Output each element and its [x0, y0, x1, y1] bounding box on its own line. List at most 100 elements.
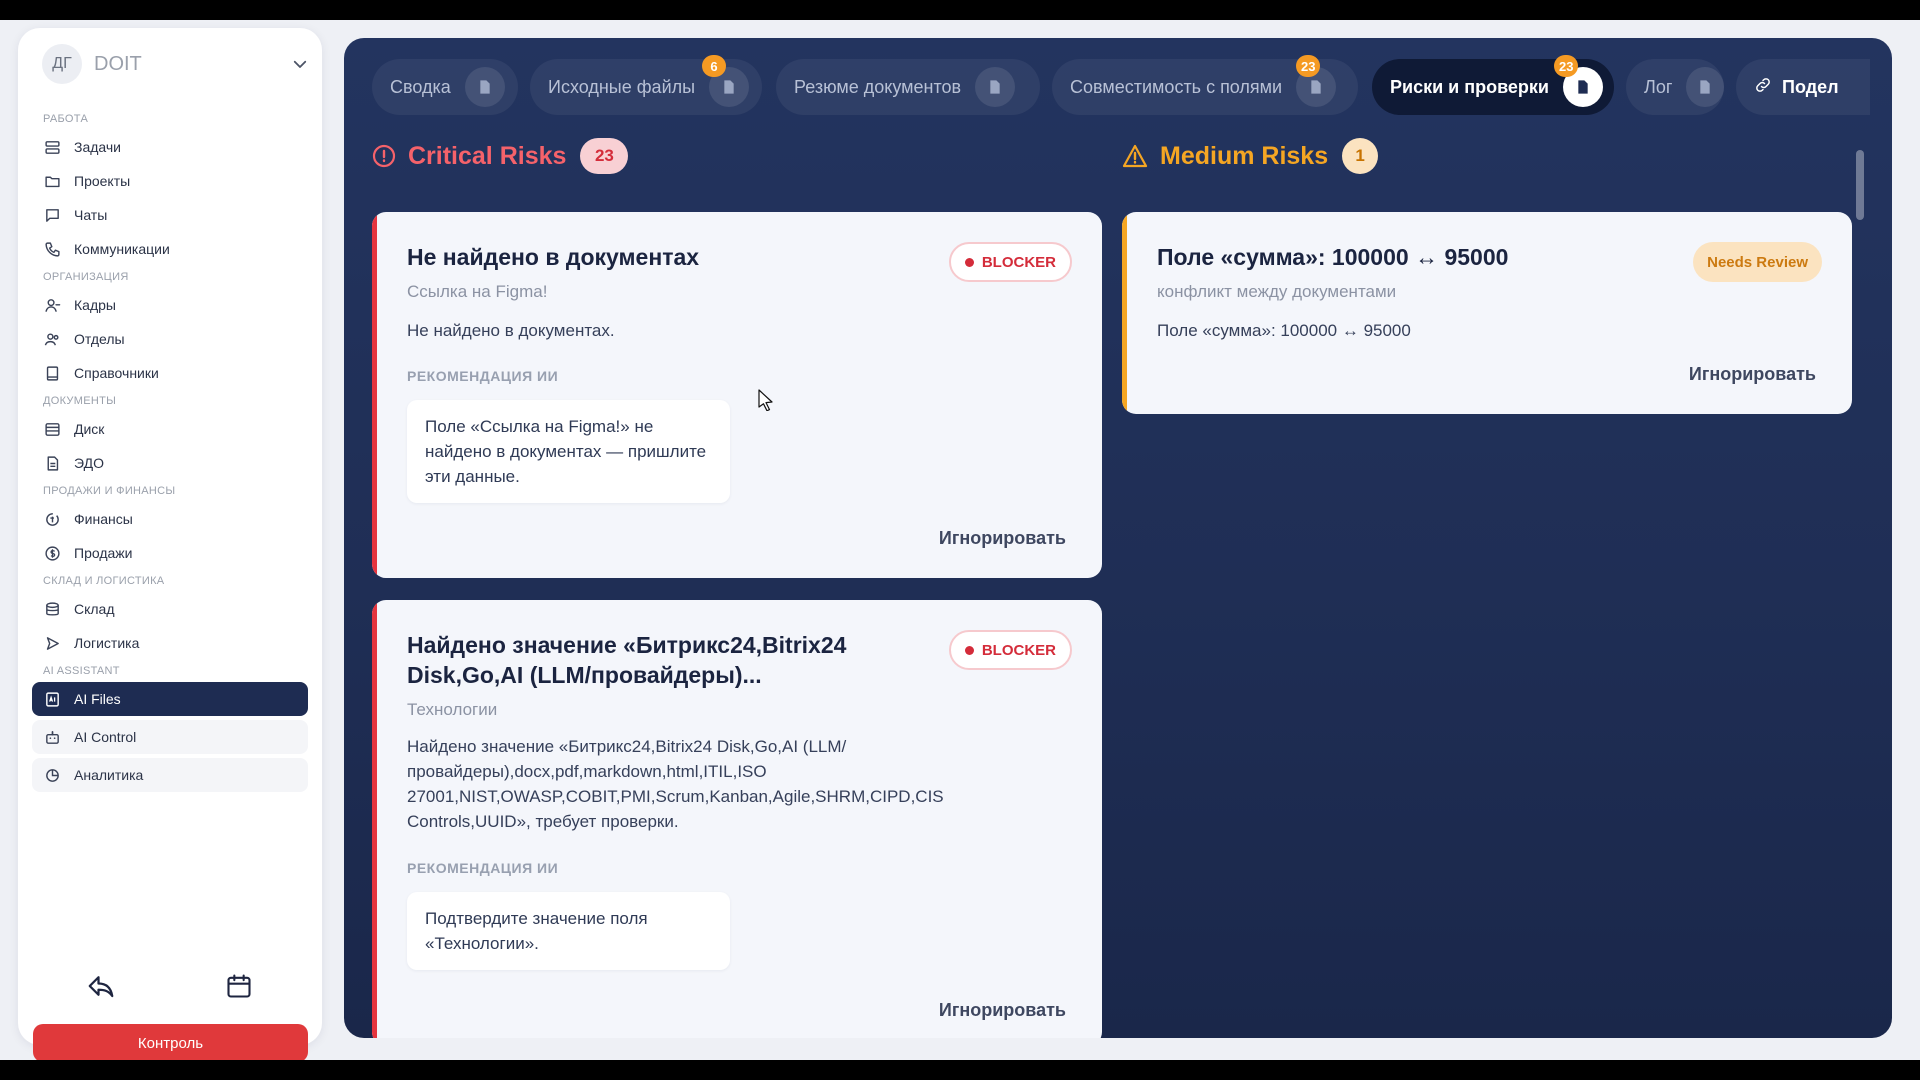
workspace-name: DOIT — [94, 52, 142, 75]
sidebar-item-label: AI Control — [74, 729, 137, 745]
blocker-label: BLOCKER — [981, 253, 1056, 271]
workspace-avatar: ДГ — [42, 44, 82, 84]
tasks-icon — [43, 138, 61, 156]
finance-icon — [43, 510, 61, 528]
document-icon — [43, 454, 61, 472]
robot-icon — [43, 728, 61, 746]
ignore-button[interactable]: Игнорировать — [939, 528, 1066, 549]
tab-label: Риски и проверки — [1390, 76, 1549, 97]
tab-field-compatibility[interactable]: Совместимость с полями 23 — [1052, 55, 1358, 115]
sidebar-item-logistics[interactable]: Логистика — [32, 626, 308, 660]
tab-summary[interactable]: Сводка — [372, 59, 518, 115]
sidebar-item-label: Чаты — [74, 207, 108, 223]
blocker-badge: BLOCKER — [948, 630, 1072, 670]
analytics-icon — [43, 766, 61, 784]
tab-bar: Сводка Исходные файлы 6 Резюме документо… — [372, 54, 1870, 116]
alert-circle-icon — [372, 144, 396, 168]
ignore-button[interactable]: Игнорировать — [1689, 364, 1816, 385]
sidebar-item-communications[interactable]: Коммуникации — [32, 232, 308, 266]
sidebar-item-warehouse[interactable]: Склад — [32, 592, 308, 626]
sidebar-item-disk[interactable]: Диск — [32, 412, 308, 446]
phone-icon — [43, 240, 61, 258]
risk-card-body: Не найдено в документах. — [407, 321, 615, 340]
scrollbar-thumb[interactable] — [1856, 150, 1864, 220]
tab-risks-checks[interactable]: Риски и проверки 23 — [1372, 55, 1614, 115]
tab-log[interactable]: Лог — [1626, 59, 1724, 115]
sidebar-item-analytics[interactable]: Аналитика — [32, 758, 308, 792]
risk-card-body: Найдено значение «Битрикс24,Bitrix24 Dis… — [407, 737, 944, 831]
sidebar-item-directories[interactable]: Справочники — [32, 356, 308, 390]
reply-arrow-icon[interactable] — [83, 968, 119, 1004]
send-icon — [43, 634, 61, 652]
nav-section-title: AI ASSISTANT — [43, 665, 120, 677]
sidebar-item-label: Кадры — [74, 297, 116, 313]
ai-recommendation-heading: РЕКОМЕНДАЦИЯ ИИ — [407, 860, 559, 876]
medium-risks-count: 1 — [1342, 138, 1379, 174]
risk-card-subtitle: конфликт между документами — [1157, 282, 1397, 301]
document-icon — [1686, 67, 1724, 107]
calendar-icon[interactable] — [221, 968, 257, 1004]
card-accent — [372, 212, 377, 578]
chevron-down-icon[interactable] — [286, 50, 314, 78]
tab-label: Исходные файлы — [548, 76, 696, 97]
nav-section-title: ДОКУМЕНТЫ — [43, 395, 117, 407]
sidebar-nav: РАБОТА Задачи Проекты Чаты Коммуникации … — [32, 108, 308, 792]
tab-source-files[interactable]: Исходные файлы 6 — [530, 55, 762, 115]
sidebar-item-edo[interactable]: ЭДО — [32, 446, 308, 480]
warning-triangle-icon — [1122, 144, 1148, 168]
tab-badge: 6 — [702, 55, 726, 77]
sidebar-item-label: Отделы — [74, 331, 125, 347]
document-icon — [464, 67, 505, 107]
sidebar-item-label: ЭДО — [74, 455, 104, 471]
tab-label: Резюме документов — [794, 76, 962, 97]
sidebar-item-label: Проекты — [74, 173, 131, 189]
tab-label: Лог — [1644, 76, 1673, 97]
nav-section-title: ОРГАНИЗАЦИЯ — [43, 271, 129, 283]
sidebar-footer-actions — [32, 966, 308, 1006]
sidebar-item-label: AI Files — [74, 691, 121, 707]
chat-icon — [43, 206, 61, 224]
nav-section-title: РАБОТА — [43, 113, 89, 125]
risk-card-subtitle: Технологии — [407, 700, 498, 719]
risk-card: Найдено значение «Битрикс24,Bitrix24 Dis… — [372, 600, 1102, 1038]
blocker-label: BLOCKER — [981, 641, 1056, 659]
risk-card-subtitle: Ссылка на Figma! — [407, 282, 548, 301]
ignore-button[interactable]: Игнорировать — [939, 1000, 1066, 1021]
mouse-cursor-icon — [758, 389, 774, 412]
sidebar-item-departments[interactable]: Отделы — [32, 322, 308, 356]
ai-recommendation-heading: РЕКОМЕНДАЦИЯ ИИ — [407, 368, 559, 384]
tab-label: Сводка — [390, 76, 451, 97]
card-accent — [1122, 212, 1127, 414]
sidebar-item-label: Логистика — [74, 635, 140, 651]
document-icon — [975, 67, 1016, 107]
risk-card-title: Не найдено в документах — [407, 244, 700, 270]
critical-risks-count: 23 — [580, 138, 629, 174]
share-button[interactable]: Подел — [1736, 59, 1870, 115]
sidebar-item-sales[interactable]: Продажи — [32, 536, 308, 570]
tab-label: Совместимость с полями — [1070, 76, 1283, 97]
sidebar: ДГ DOIT РАБОТА Задачи Проекты Чаты Комму… — [18, 28, 322, 1060]
risk-card-title: Найдено значение «Битрикс24,Bitrix24 Dis… — [407, 632, 847, 688]
workspace-switcher[interactable]: ДГ DOIT — [42, 42, 314, 86]
sidebar-item-finance[interactable]: Финансы — [32, 502, 308, 536]
link-icon — [1754, 76, 1772, 99]
sidebar-item-label: Диск — [74, 421, 105, 437]
tab-label: Подел — [1782, 76, 1839, 97]
sidebar-item-staff[interactable]: Кадры — [32, 288, 308, 322]
sidebar-item-label: Справочники — [74, 365, 159, 381]
sidebar-item-chats[interactable]: Чаты — [32, 198, 308, 232]
dot-icon — [964, 257, 974, 267]
sidebar-item-projects[interactable]: Проекты — [32, 164, 308, 198]
sidebar-item-tasks[interactable]: Задачи — [32, 130, 308, 164]
risk-card: Не найдено в документах Ссылка на Figma!… — [372, 212, 1102, 578]
ai-recommendation-text: Подтвердите значение поля «Технологии». — [407, 892, 730, 970]
folder-icon — [43, 172, 61, 190]
control-button[interactable]: Контроль — [33, 1024, 308, 1060]
tab-document-summary[interactable]: Резюме документов — [776, 59, 1040, 115]
medium-risks-title: Medium Risks — [1160, 141, 1329, 170]
main-panel: Сводка Исходные файлы 6 Резюме документо… — [344, 38, 1892, 1038]
sidebar-item-ai-control[interactable]: AI Control — [32, 720, 308, 754]
tab-badge: 23 — [1554, 55, 1579, 77]
sidebar-item-ai-files[interactable]: AI Files — [32, 682, 308, 716]
risk-card: Поле «сумма»: 100000 ↔ 95000 конфликт ме… — [1122, 212, 1852, 414]
